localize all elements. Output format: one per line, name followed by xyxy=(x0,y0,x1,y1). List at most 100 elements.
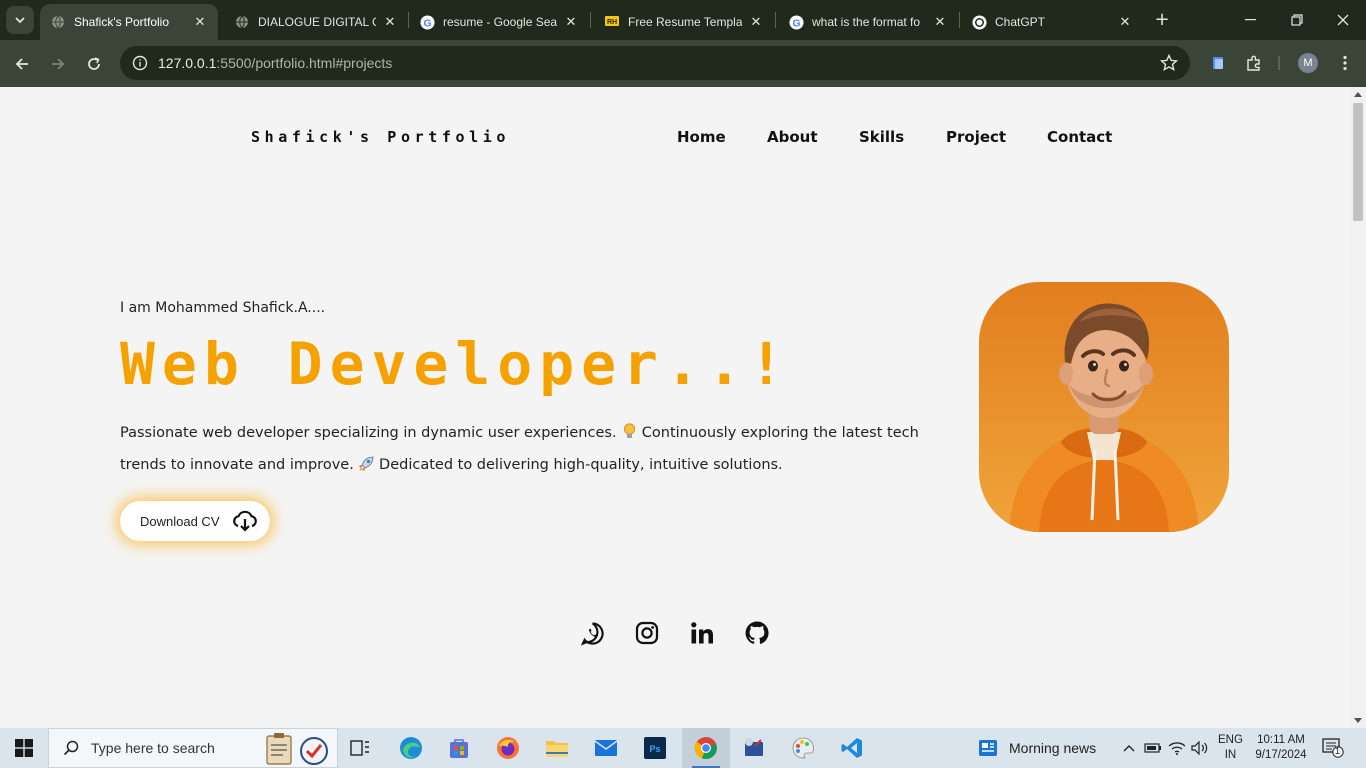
start-button[interactable] xyxy=(0,728,48,768)
url-path: :5500/portfolio.html#projects xyxy=(216,55,393,71)
firefox-icon[interactable] xyxy=(484,728,532,768)
profile-avatar[interactable]: M xyxy=(1298,53,1318,73)
nav-home[interactable]: Home xyxy=(677,128,726,146)
nav-about[interactable]: About xyxy=(767,128,818,146)
scroll-up-arrow[interactable] xyxy=(1354,92,1362,97)
photoshop-icon[interactable]: Ps xyxy=(631,728,679,768)
svg-text:G: G xyxy=(792,18,800,29)
new-tab-button[interactable]: + xyxy=(1150,8,1174,32)
globe-icon xyxy=(50,14,66,30)
tab-title: ChatGPT xyxy=(995,15,1046,29)
restore-icon xyxy=(1291,14,1303,26)
windows-logo-icon xyxy=(15,739,33,757)
arrow-left-icon xyxy=(15,58,28,70)
chrome-taskbar-icon[interactable] xyxy=(682,728,730,768)
taskbar-search-box[interactable]: Type here to search xyxy=(48,728,338,768)
url-host: 127.0.0.1 xyxy=(158,55,217,71)
download-cv-label: Download CV xyxy=(140,513,220,529)
nav-skills[interactable]: Skills xyxy=(859,128,904,146)
page-scrollbar[interactable] xyxy=(1350,87,1366,728)
avatar-illustration xyxy=(1009,303,1199,532)
site-info-icon[interactable] xyxy=(132,55,148,71)
arrow-right-icon xyxy=(52,58,65,70)
news-icon xyxy=(979,740,997,756)
nav-project[interactable]: Project xyxy=(946,128,1006,146)
page-viewport: Shafick's Portfolio Home About Skills Pr… xyxy=(0,87,1350,728)
system-clock[interactable]: 10:11 AM 9/17/2024 xyxy=(1252,733,1310,763)
close-tab-icon[interactable]: ✕ xyxy=(1117,14,1133,30)
back-button[interactable] xyxy=(8,50,36,78)
search-placeholder: Type here to search xyxy=(91,740,215,756)
search-highlight-illustration-icon xyxy=(266,733,328,765)
clock-date: 9/17/2024 xyxy=(1255,749,1307,761)
volume-icon[interactable] xyxy=(1191,740,1209,756)
windows-taskbar: Type here to search Ps Morning news ENG … xyxy=(0,728,1366,768)
tab-free-resume-templates[interactable]: RH Free Resume Templat ✕ xyxy=(594,4,774,40)
reload-button[interactable] xyxy=(80,50,108,78)
forward-button[interactable] xyxy=(44,50,72,78)
vscode-icon[interactable] xyxy=(828,728,876,768)
app-launcher-icon[interactable] xyxy=(730,728,778,768)
url-text: 127.0.0.1:5500/portfolio.html#projects xyxy=(158,55,392,71)
tab-dialogue-digital[interactable]: DIALOGUE DIGITAL G ✕ xyxy=(224,4,408,40)
file-explorer-icon[interactable] xyxy=(533,728,581,768)
address-bar[interactable]: 127.0.0.1:5500/portfolio.html#projects xyxy=(120,46,1190,80)
close-tab-icon[interactable]: ✕ xyxy=(192,14,208,30)
paint-icon[interactable] xyxy=(779,728,827,768)
mail-icon[interactable] xyxy=(582,728,630,768)
wifi-icon[interactable] xyxy=(1168,740,1186,756)
instagram-icon[interactable] xyxy=(634,620,660,646)
nav-contact[interactable]: Contact xyxy=(1047,128,1112,146)
task-view-icon[interactable] xyxy=(336,728,384,768)
close-tab-icon[interactable]: ✕ xyxy=(932,14,948,30)
whatsapp-icon[interactable] xyxy=(579,620,605,646)
tab-title: Free Resume Templat xyxy=(628,15,742,29)
minimize-icon xyxy=(1245,19,1256,21)
language-code: ENG xyxy=(1218,734,1243,746)
download-cv-button[interactable]: Download CV xyxy=(120,501,270,541)
google-icon: G xyxy=(419,14,435,30)
tab-what-is-the-format[interactable]: G what is the format fo ✕ xyxy=(778,4,958,40)
search-icon xyxy=(63,740,79,756)
battery-icon[interactable] xyxy=(1144,740,1162,756)
tab-search-button[interactable] xyxy=(6,6,34,34)
microsoft-store-icon[interactable] xyxy=(435,728,483,768)
news-label: Morning news xyxy=(1009,740,1097,756)
close-icon xyxy=(1337,14,1349,26)
tab-separator xyxy=(959,12,960,28)
close-tab-icon[interactable]: ✕ xyxy=(382,14,398,30)
tab-title: DIALOGUE DIGITAL G xyxy=(258,15,376,29)
bookmark-star-icon[interactable] xyxy=(1160,54,1178,72)
tab-shaficks-portfolio[interactable]: Shafick's Portfolio ✕ xyxy=(40,4,218,40)
extensions-icon[interactable] xyxy=(1243,52,1265,74)
tab-separator xyxy=(775,12,776,28)
show-hidden-icons-icon[interactable] xyxy=(1120,740,1138,756)
resume-site-icon: RH xyxy=(604,14,620,30)
restore-button[interactable] xyxy=(1274,0,1320,40)
close-tab-icon[interactable]: ✕ xyxy=(563,14,579,30)
close-window-button[interactable] xyxy=(1320,0,1366,40)
news-widget[interactable]: Morning news xyxy=(978,728,1096,768)
rocket-icon xyxy=(358,449,374,481)
minimize-button[interactable] xyxy=(1228,0,1274,40)
description-part-3: Dedicated to delivering high-quality, in… xyxy=(379,457,783,473)
tab-separator xyxy=(590,12,591,28)
description: Passionate web developer specializing in… xyxy=(120,417,960,481)
site-logo[interactable]: Shafick's Portfolio xyxy=(251,128,510,146)
edge-browser-icon[interactable] xyxy=(387,728,435,768)
tab-chatgpt[interactable]: ChatGPT ✕ xyxy=(961,4,1143,40)
intro-text: I am Mohammed Shafick.A.... xyxy=(120,300,326,316)
tab-title: Shafick's Portfolio xyxy=(74,15,169,29)
tab-resume-google-search[interactable]: G resume - Google Sear ✕ xyxy=(409,4,589,40)
scrollbar-thumb[interactable] xyxy=(1353,103,1363,221)
language-indicator[interactable]: ENG IN xyxy=(1218,733,1243,763)
reading-list-icon[interactable] xyxy=(1207,52,1229,74)
menu-icon[interactable] xyxy=(1334,52,1356,74)
scroll-down-arrow[interactable] xyxy=(1354,718,1362,723)
close-tab-icon[interactable]: ✕ xyxy=(748,14,764,30)
description-part-1: Passionate web developer specializing in… xyxy=(120,425,617,441)
notifications-icon[interactable]: 1 xyxy=(1322,738,1346,760)
github-icon[interactable] xyxy=(744,620,770,646)
linkedin-icon[interactable] xyxy=(689,620,715,646)
lightbulb-icon xyxy=(621,417,637,449)
